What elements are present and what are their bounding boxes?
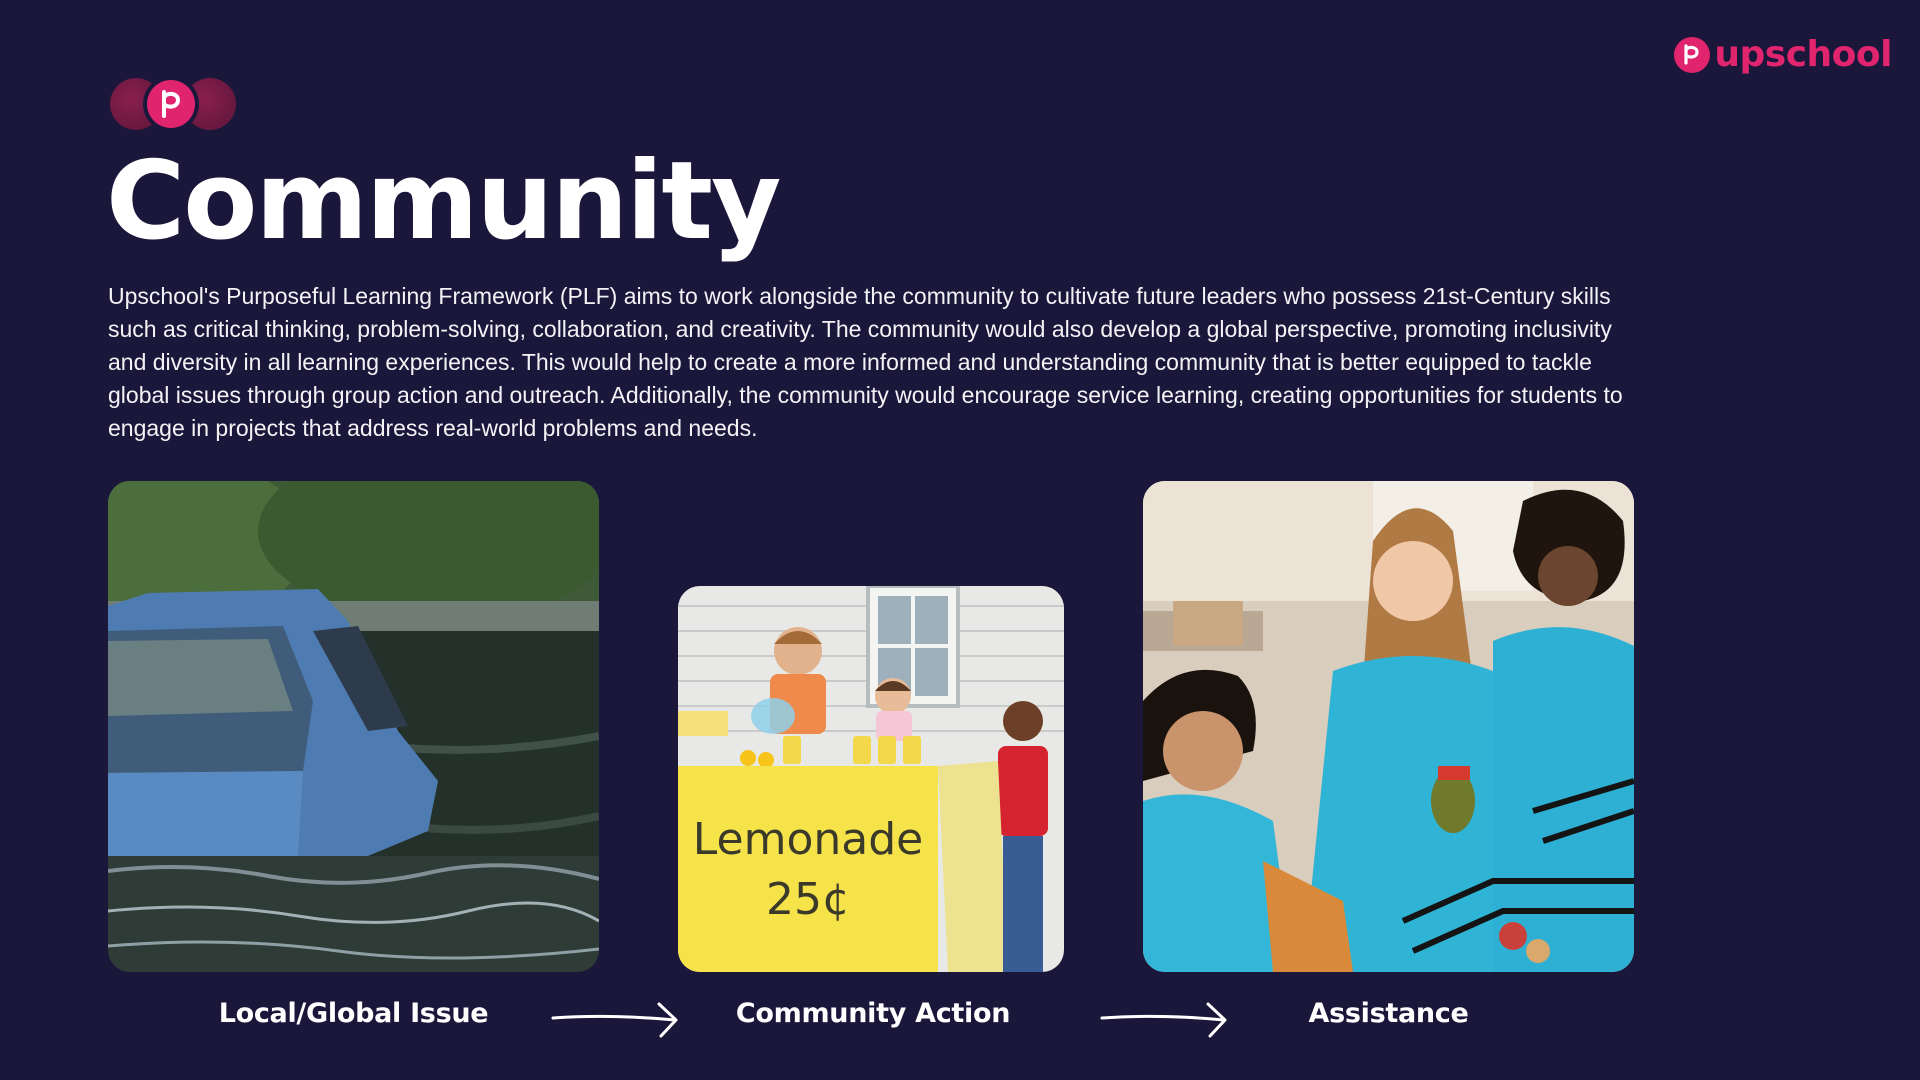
slide: upschool Community Upschool's Purposeful… [0,0,1920,1080]
upschool-logo[interactable]: upschool [1674,34,1892,75]
volunteers-photo [1143,481,1634,972]
globe-badge-icon [110,76,236,132]
step-label-community-action: Community Action [735,998,1011,1029]
sign-line-1: Lemonade [693,814,923,865]
step-label-assistance: Assistance [1308,998,1469,1029]
page-title: Community [106,139,781,264]
flooded-car-photo [108,481,599,972]
upschool-logo-text: upschool [1714,34,1892,75]
arrow-right-icon [551,1002,678,1038]
intro-paragraph: Upschool's Purposeful Learning Framework… [108,283,1623,441]
sign-line-2: 25¢ [766,874,850,925]
upschool-mark-icon [147,80,195,128]
upschool-logo-mark-icon [1674,36,1711,73]
lemonade-stand-photo: Lemonade 25¢ [678,586,1064,972]
step-label-local-global-issue: Local/Global Issue [218,998,489,1029]
badge-center [143,76,199,132]
